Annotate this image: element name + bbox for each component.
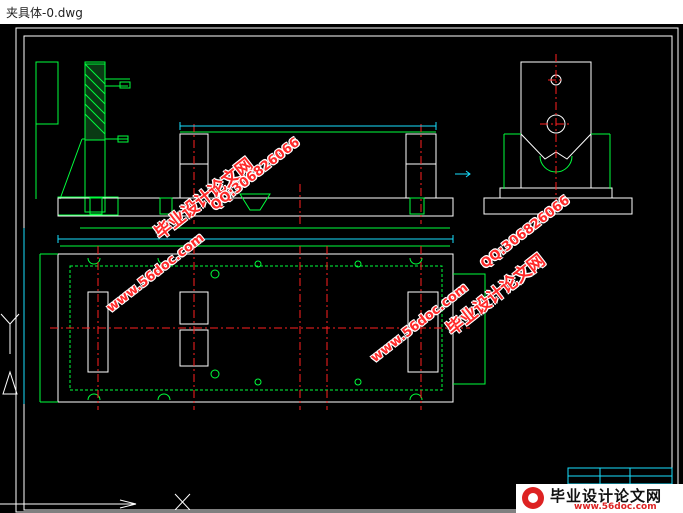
window-title: 夹具体-0.dwg — [6, 6, 83, 20]
end-view-details — [503, 133, 611, 189]
site-logo: 毕业设计论文网 www.56doc.com — [516, 484, 683, 513]
window-titlebar: 夹具体-0.dwg — [0, 0, 683, 25]
cad-drawing[interactable] — [0, 24, 683, 513]
front-view-details — [80, 131, 450, 229]
drawing-frame — [15, 27, 679, 513]
end-view-centerlines — [540, 54, 572, 214]
logo-url: www.56doc.com — [574, 502, 657, 512]
side-view — [35, 61, 131, 216]
ucs-icon — [0, 313, 191, 511]
seal-icon — [522, 487, 544, 509]
drawing-canvas[interactable]: 毕业设计论文网 QQ:306826066 www.56doc.com 毕业设计论… — [0, 24, 683, 513]
